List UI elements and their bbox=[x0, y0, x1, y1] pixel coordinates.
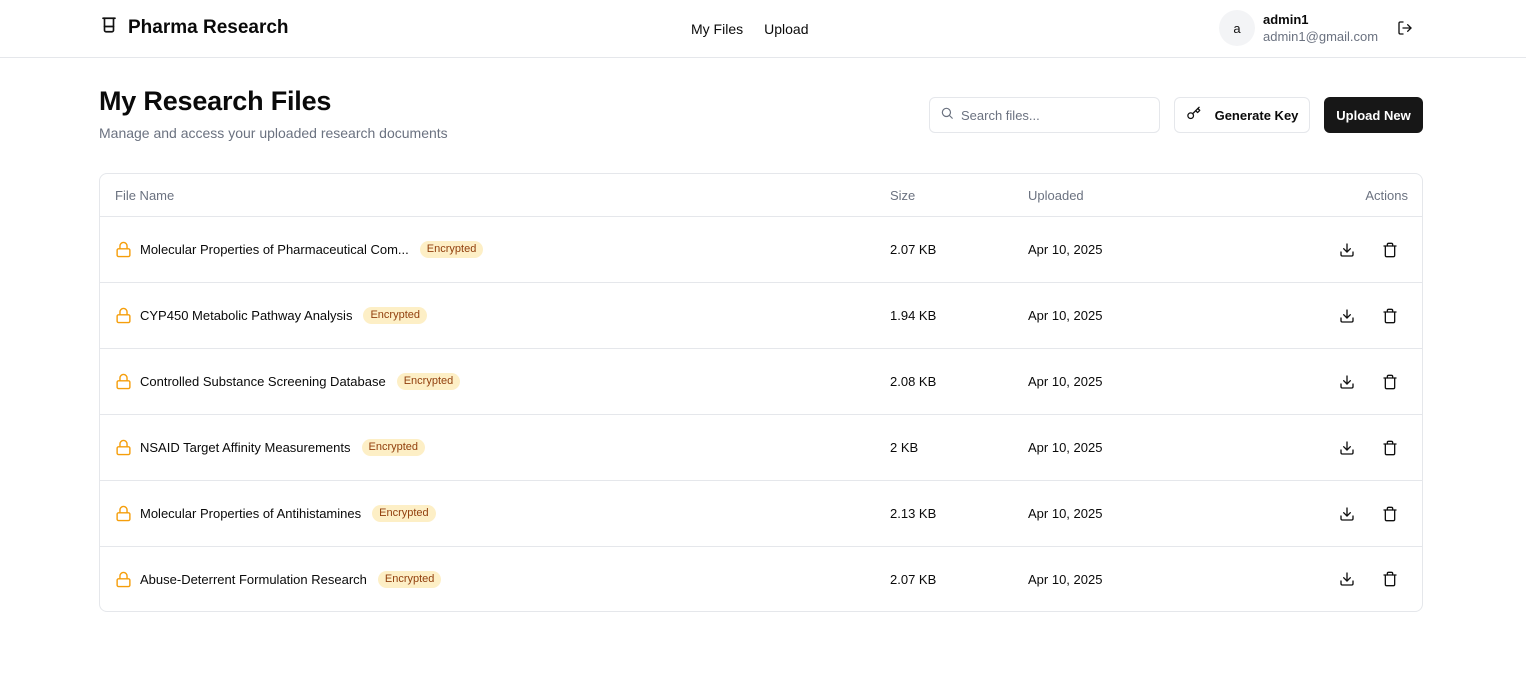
upload-new-button[interactable]: Upload New bbox=[1324, 97, 1423, 133]
status-badge: Encrypted bbox=[361, 439, 426, 456]
user-email: admin1@gmail.com bbox=[1263, 29, 1379, 44]
table-header: File Name Size Uploaded Actions bbox=[100, 174, 1422, 217]
status-badge: Encrypted bbox=[377, 570, 442, 588]
file-name[interactable]: Molecular Properties of Pharmaceutical C… bbox=[140, 242, 409, 257]
lock-icon bbox=[115, 307, 132, 324]
column-actions: Actions bbox=[1365, 188, 1408, 203]
nav-my-files[interactable]: My Files bbox=[691, 21, 743, 37]
search-input[interactable] bbox=[961, 107, 1151, 123]
brand[interactable]: Pharma Research bbox=[100, 14, 289, 42]
avatar[interactable]: a bbox=[1219, 10, 1255, 46]
main-nav: My Files Upload bbox=[691, 18, 809, 40]
download-icon[interactable] bbox=[1339, 308, 1355, 324]
file-size: 2.08 KB bbox=[890, 374, 937, 389]
table-row[interactable]: CYP450 Metabolic Pathway Analysis Encryp… bbox=[100, 283, 1422, 349]
file-name-cell: NSAID Target Affinity Measurements Encry… bbox=[115, 415, 426, 480]
file-size: 2.07 KB bbox=[890, 571, 937, 587]
trash-icon[interactable] bbox=[1382, 308, 1398, 324]
files-table: File Name Size Uploaded Actions Molecula… bbox=[99, 173, 1423, 612]
download-icon[interactable] bbox=[1339, 440, 1355, 456]
file-size: 2 KB bbox=[890, 440, 919, 455]
download-icon[interactable] bbox=[1339, 571, 1355, 587]
search-icon bbox=[940, 106, 954, 125]
file-uploaded: Apr 10, 2025 bbox=[1028, 242, 1103, 257]
generate-key-label: Generate Key bbox=[1214, 107, 1299, 123]
generate-key-button[interactable]: Generate Key bbox=[1174, 97, 1310, 133]
file-name[interactable]: Controlled Substance Screening Database bbox=[140, 374, 386, 389]
key-icon bbox=[1186, 106, 1201, 124]
beaker-icon bbox=[100, 16, 118, 40]
search-box[interactable] bbox=[929, 97, 1160, 133]
download-icon[interactable] bbox=[1339, 506, 1355, 522]
table-row[interactable]: Abuse-Deterrent Formulation Research Enc… bbox=[100, 547, 1422, 611]
file-name-cell: Controlled Substance Screening Database … bbox=[115, 349, 461, 414]
trash-icon[interactable] bbox=[1382, 506, 1398, 522]
file-size: 2.13 KB bbox=[890, 506, 937, 521]
file-uploaded: Apr 10, 2025 bbox=[1028, 308, 1103, 323]
column-uploaded: Uploaded bbox=[1028, 188, 1084, 203]
file-name[interactable]: NSAID Target Affinity Measurements bbox=[140, 440, 351, 455]
status-badge: Encrypted bbox=[396, 373, 461, 390]
trash-icon[interactable] bbox=[1382, 571, 1398, 587]
file-name[interactable]: Molecular Properties of Antihistamines bbox=[140, 506, 361, 521]
trash-icon[interactable] bbox=[1382, 374, 1398, 390]
user-menu[interactable]: a admin1 admin1@gmail.com bbox=[1219, 10, 1378, 46]
brand-name: Pharma Research bbox=[128, 17, 289, 38]
download-icon[interactable] bbox=[1339, 242, 1355, 258]
table-row[interactable]: Molecular Properties of Pharmaceutical C… bbox=[100, 217, 1422, 283]
lock-icon bbox=[115, 571, 132, 588]
top-navbar: Pharma Research My Files Upload a admin1… bbox=[0, 0, 1526, 58]
table-row[interactable]: NSAID Target Affinity Measurements Encry… bbox=[100, 415, 1422, 481]
download-icon[interactable] bbox=[1339, 374, 1355, 390]
table-row[interactable]: Controlled Substance Screening Database … bbox=[100, 349, 1422, 415]
lock-icon bbox=[115, 505, 132, 522]
table-row[interactable]: Molecular Properties of Antihistamines E… bbox=[100, 481, 1422, 547]
lock-icon bbox=[115, 439, 132, 456]
lock-icon bbox=[115, 373, 132, 390]
page-subtitle: Manage and access your uploaded research… bbox=[99, 125, 448, 141]
file-name[interactable]: Abuse-Deterrent Formulation Research bbox=[140, 572, 367, 587]
file-uploaded: Apr 10, 2025 bbox=[1028, 374, 1103, 389]
user-name: admin1 bbox=[1263, 12, 1309, 27]
file-uploaded: Apr 10, 2025 bbox=[1028, 571, 1103, 587]
file-uploaded: Apr 10, 2025 bbox=[1028, 440, 1103, 455]
file-uploaded: Apr 10, 2025 bbox=[1028, 506, 1103, 521]
file-name-cell: Abuse-Deterrent Formulation Research Enc… bbox=[115, 547, 442, 611]
trash-icon[interactable] bbox=[1382, 242, 1398, 258]
lock-icon bbox=[115, 241, 132, 258]
file-name-cell: CYP450 Metabolic Pathway Analysis Encryp… bbox=[115, 283, 427, 348]
column-size: Size bbox=[890, 188, 916, 203]
nav-upload[interactable]: Upload bbox=[764, 21, 808, 37]
file-size: 1.94 KB bbox=[890, 308, 937, 323]
file-name[interactable]: CYP450 Metabolic Pathway Analysis bbox=[140, 308, 352, 323]
page-title: My Research Files bbox=[99, 86, 332, 116]
file-size: 2.07 KB bbox=[890, 242, 937, 257]
file-name-cell: Molecular Properties of Pharmaceutical C… bbox=[115, 217, 484, 282]
trash-icon[interactable] bbox=[1382, 440, 1398, 456]
status-badge: Encrypted bbox=[419, 241, 484, 258]
file-name-cell: Molecular Properties of Antihistamines E… bbox=[115, 481, 436, 546]
logout-icon[interactable] bbox=[1397, 20, 1413, 36]
column-file-name: File Name bbox=[115, 188, 175, 203]
status-badge: Encrypted bbox=[372, 505, 436, 522]
status-badge: Encrypted bbox=[363, 307, 427, 324]
user-info: admin1 admin1@gmail.com bbox=[1263, 11, 1378, 45]
